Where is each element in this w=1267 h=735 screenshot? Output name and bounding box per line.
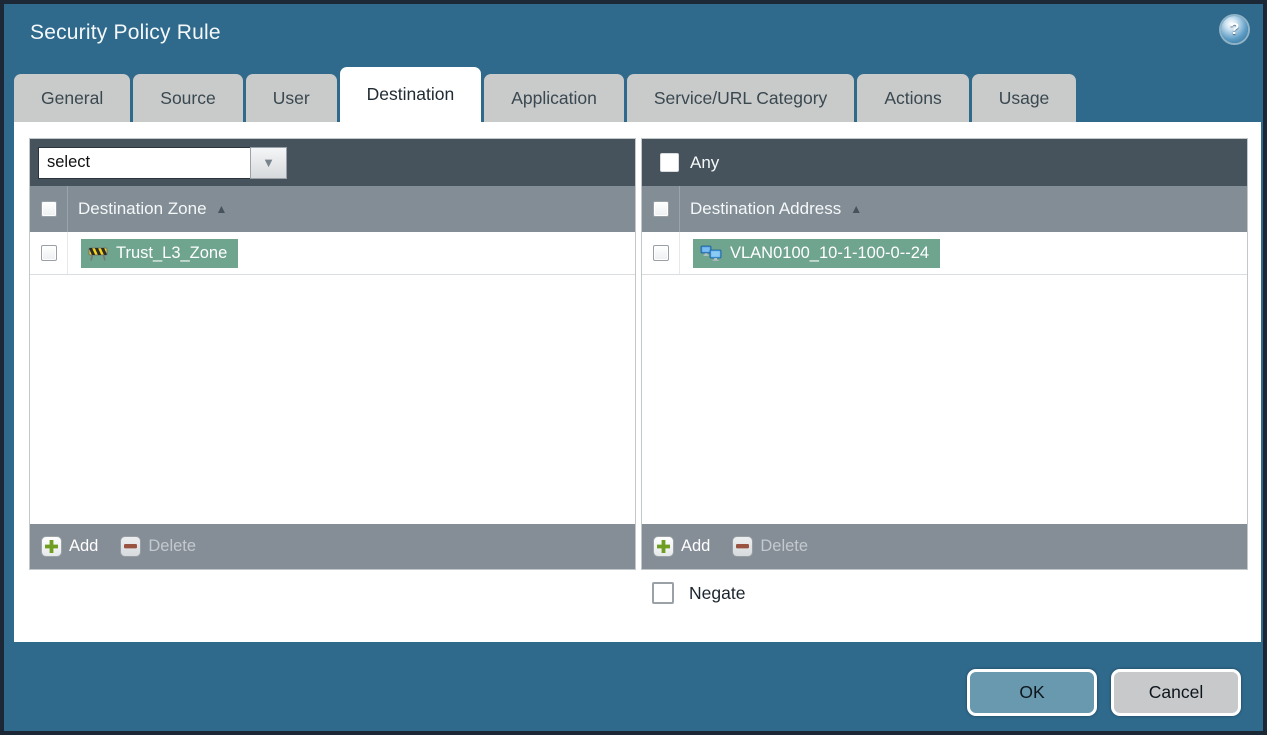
zone-select-input[interactable] (38, 146, 250, 179)
tab-general[interactable]: General (14, 74, 131, 122)
zone-chip[interactable]: Trust_L3_Zone (81, 238, 239, 268)
address-header-checkbox[interactable] (652, 201, 669, 217)
cancel-button[interactable]: Cancel (1111, 669, 1241, 716)
address-delete-button[interactable]: Delete (732, 536, 808, 557)
zone-row-checkbox[interactable] (40, 245, 57, 261)
tab-destination[interactable]: Destination (339, 67, 482, 122)
zone-toolbar: Add Delete (30, 524, 635, 569)
address-row: VLAN0100_10-1-100-0--24 (642, 232, 1247, 275)
sort-asc-icon: ▲ (850, 202, 863, 216)
zone-select-bar: ▼ (30, 139, 635, 186)
address-row-checkbox[interactable] (652, 245, 669, 261)
address-delete-label: Delete (760, 537, 809, 555)
security-policy-rule-dialog: Security Policy Rule ? General Source Us… (0, 0, 1267, 735)
zone-label: Trust_L3_Zone (116, 243, 228, 262)
zone-header-checkbox-cell (30, 186, 68, 232)
address-column-header-label: Destination Address (690, 199, 842, 218)
plus-icon (653, 536, 674, 557)
minus-icon (732, 536, 754, 557)
address-column-header-row: Destination Address ▲ (642, 186, 1247, 232)
destination-zone-panel: ▼ Destination Zone ▲ (29, 138, 636, 570)
page-title: Security Policy Rule (30, 21, 221, 44)
any-checkbox[interactable] (659, 153, 679, 172)
negate-checkbox[interactable] (652, 582, 674, 604)
zone-add-button[interactable]: Add (41, 536, 98, 557)
address-add-label: Add (681, 537, 711, 555)
address-label: VLAN0100_10-1-100-0--24 (730, 243, 930, 262)
negate-label: Negate (689, 582, 746, 603)
help-icon[interactable]: ? (1221, 16, 1248, 43)
address-chip[interactable]: VLAN0100_10-1-100-0--24 (693, 238, 941, 268)
tab-usage[interactable]: Usage (971, 74, 1077, 122)
zone-delete-button[interactable]: Delete (120, 536, 196, 557)
ok-button[interactable]: OK (967, 669, 1097, 716)
tab-actions[interactable]: Actions (857, 74, 969, 122)
address-rows: VLAN0100_10-1-100-0--24 (642, 232, 1247, 524)
zone-row: Trust_L3_Zone (30, 232, 635, 275)
network-address-icon (700, 245, 722, 261)
zone-rows: Trust_L3_Zone (30, 232, 635, 524)
tab-application[interactable]: Application (484, 74, 624, 122)
zone-header-checkbox[interactable] (40, 201, 57, 217)
tab-user[interactable]: User (245, 74, 337, 122)
destination-address-panel: Any Destination Address ▲ VLAN0100_10-1-… (641, 138, 1248, 570)
zone-column-header-label: Destination Zone (78, 199, 207, 218)
address-row-checkbox-cell (642, 232, 680, 274)
address-toolbar: Add Delete (642, 524, 1247, 569)
zone-select-dropdown-button[interactable]: ▼ (250, 146, 287, 179)
zone-column-header-row: Destination Zone ▲ (30, 186, 635, 232)
zone-add-label: Add (69, 537, 99, 555)
any-bar: Any (642, 139, 1247, 186)
tab-source[interactable]: Source (133, 74, 243, 122)
zone-delete-label: Delete (148, 537, 197, 555)
minus-icon (120, 536, 142, 557)
sort-asc-icon: ▲ (215, 202, 228, 216)
any-label: Any (690, 152, 720, 172)
tab-service-url-category[interactable]: Service/URL Category (626, 74, 855, 122)
negate-row: Negate (652, 582, 745, 604)
tab-bar: General Source User Destination Applicat… (14, 67, 1077, 122)
destination-tab-content: ▼ Destination Zone ▲ (14, 122, 1261, 642)
plus-icon (41, 536, 62, 557)
zone-select-combo: ▼ (38, 146, 287, 179)
zone-row-checkbox-cell (30, 232, 68, 274)
address-add-button[interactable]: Add (653, 536, 710, 557)
address-column-header[interactable]: Destination Address ▲ (690, 199, 862, 219)
zone-column-header[interactable]: Destination Zone ▲ (78, 199, 227, 219)
address-header-checkbox-cell (642, 186, 680, 232)
any-checkbox-cell (650, 139, 688, 186)
zone-barrier-icon (88, 247, 108, 261)
help-glyph: ? (1229, 20, 1240, 38)
dropdown-arrow-icon: ▼ (262, 155, 275, 170)
